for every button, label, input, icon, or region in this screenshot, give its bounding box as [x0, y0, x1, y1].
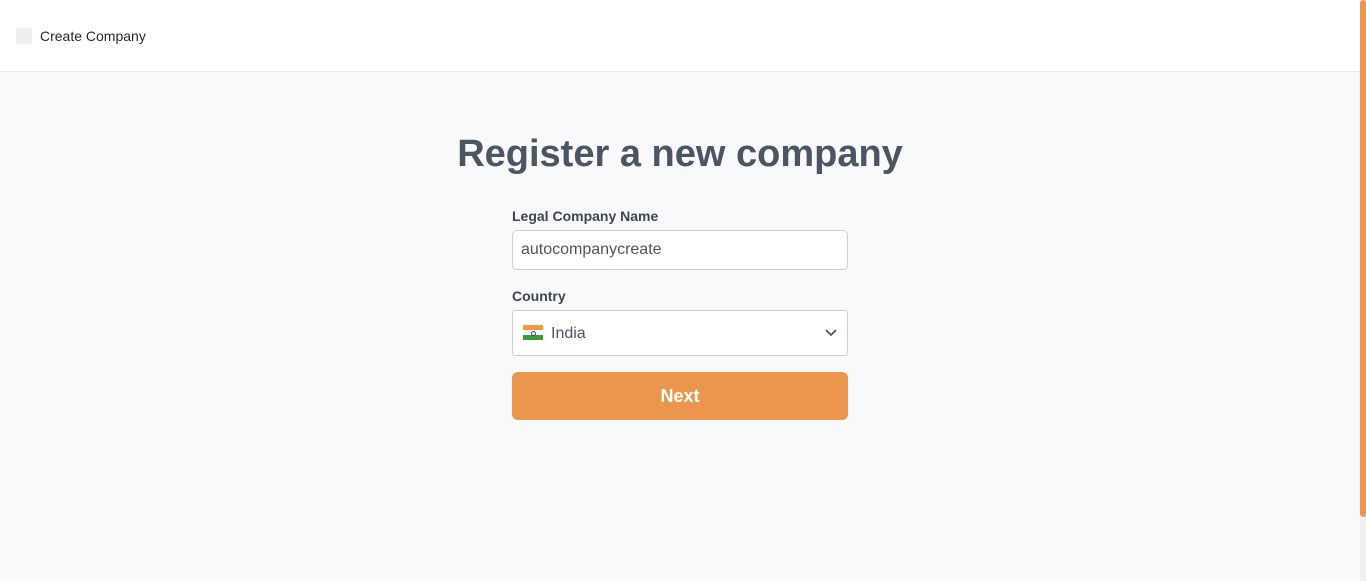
company-name-input[interactable]: autocompanycreate	[512, 230, 848, 270]
form-heading: Register a new company	[457, 133, 903, 175]
next-button[interactable]: Next	[512, 372, 848, 420]
scrollbar[interactable]	[1360, 0, 1366, 581]
top-bar: Create Company	[0, 0, 1360, 72]
scrollbar-thumb[interactable]	[1360, 0, 1366, 517]
country-select[interactable]: India	[512, 310, 848, 356]
chevron-down-icon	[825, 329, 837, 336]
register-company-form: Legal Company Name autocompanycreate Cou…	[512, 207, 848, 420]
app-logo-icon	[16, 28, 32, 44]
country-selected-value: India	[551, 325, 586, 342]
india-flag-icon	[523, 325, 543, 340]
page-title: Create Company	[40, 28, 146, 44]
company-name-value: autocompanycreate	[521, 241, 662, 258]
country-label: Country	[512, 288, 566, 304]
company-name-label: Legal Company Name	[512, 208, 659, 224]
